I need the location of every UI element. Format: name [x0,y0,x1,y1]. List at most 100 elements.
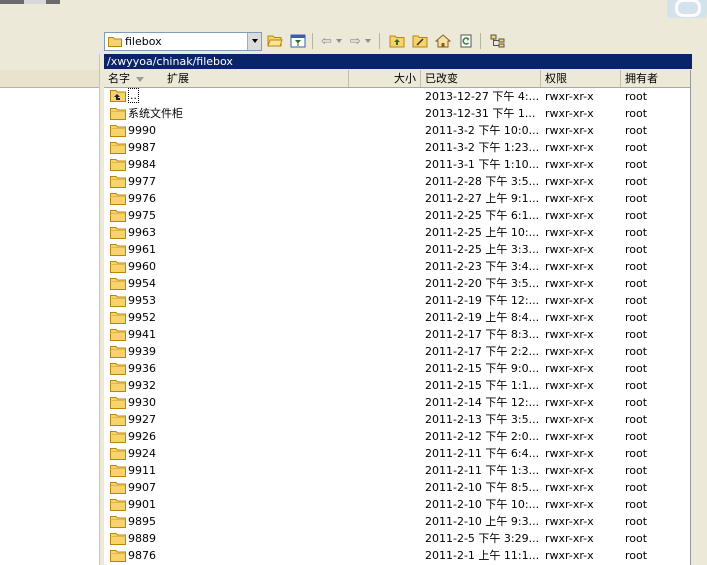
column-modified[interactable]: 已改变 [421,70,541,87]
parent-directory-button[interactable] [387,32,407,50]
tree-icon [490,34,505,48]
current-path-bar[interactable]: /xwyyoa/chinak/filebox [104,54,692,69]
file-permissions: rwxr-xr-x [545,294,594,307]
tree-view-button[interactable] [488,32,508,50]
file-name: 系统文件柜 [128,107,183,120]
file-permissions: rwxr-xr-x [545,124,594,137]
file-name-cell: 9926 [110,428,345,445]
open-folder-button[interactable] [265,32,285,50]
file-modified: 2011-2-17 下午 8:3... [425,328,539,341]
file-owner: root [625,209,648,222]
root-directory-button[interactable] [410,32,430,50]
file-row[interactable]: 系统文件柜 2013-12-31 下午 1... rwxr-xr-x root [104,105,690,122]
home-directory-button[interactable] [433,32,453,50]
back-arrow-icon[interactable]: ⇦ [321,34,332,49]
file-name-cell: 9961 [110,241,345,258]
file-owner: root [625,107,648,120]
file-modified: 2011-2-10 下午 8:5... [425,481,539,494]
remote-file-list[interactable]: 名字 扩展 大小 已改变 权限 拥有者 .. 2013-12-27 下午 4:..… [104,70,691,565]
file-permissions: rwxr-xr-x [545,549,594,562]
file-name: 9930 [128,396,156,409]
file-row[interactable]: 9901 2011-2-10 下午 10:... rwxr-xr-x root [104,496,690,513]
file-permissions: rwxr-xr-x [545,243,594,256]
file-name-cell: 9976 [110,190,345,207]
file-name: 9990 [128,124,156,137]
file-row[interactable]: 9987 2011-3-2 下午 1:23... rwxr-xr-x root [104,139,690,156]
file-row[interactable]: 9954 2011-2-20 下午 3:5... rwxr-xr-x root [104,275,690,292]
file-name-cell: 9952 [110,309,345,326]
file-row[interactable]: 9984 2011-3-1 下午 1:10... rwxr-xr-x root [104,156,690,173]
file-row[interactable]: 9876 2011-2-1 上午 11:1... rwxr-xr-x root [104,547,690,564]
file-permissions: rwxr-xr-x [545,158,594,171]
parent-folder-icon [389,35,405,48]
refresh-button[interactable] [456,32,476,50]
file-row[interactable]: 9927 2011-2-13 下午 3:5... rwxr-xr-x root [104,411,690,428]
forward-arrow-icon[interactable]: ⇨ [350,34,361,49]
file-row[interactable]: 9952 2011-2-19 上午 8:4... rwxr-xr-x root [104,309,690,326]
file-name: 9961 [128,243,156,256]
file-owner: root [625,362,648,375]
column-size[interactable]: 大小 [349,70,421,87]
file-row[interactable]: 9932 2011-2-15 下午 1:1... rwxr-xr-x root [104,377,690,394]
file-row[interactable]: 9961 2011-2-25 上午 3:3... rwxr-xr-x root [104,241,690,258]
remote-toolbar: filebox ⇦ ⇨ [104,30,692,52]
parent-directory-row[interactable]: .. 2013-12-27 下午 4:... rwxr-xr-x root [104,88,690,105]
file-modified: 2013-12-27 下午 4:... [425,90,539,103]
chevron-down-icon[interactable] [247,32,261,50]
file-row[interactable]: 9953 2011-2-19 下午 12:... rwxr-xr-x root [104,292,690,309]
back-dropdown-icon[interactable] [335,39,342,43]
file-name-cell: 9876 [110,547,345,564]
file-permissions: rwxr-xr-x [545,345,594,358]
file-permissions: rwxr-xr-x [545,260,594,273]
file-row[interactable]: 9889 2011-2-5 下午 3:29... rwxr-xr-x root [104,530,690,547]
file-name-cell: 9924 [110,445,345,462]
file-modified: 2011-2-11 下午 6:4... [425,447,539,460]
filter-button[interactable] [288,32,308,50]
file-row[interactable]: 9930 2011-2-14 下午 12:... rwxr-xr-x root [104,394,690,411]
file-name: 9926 [128,430,156,443]
file-permissions: rwxr-xr-x [545,464,594,477]
file-name-cell: 9990 [110,122,345,139]
file-row[interactable]: 9960 2011-2-23 下午 3:4... rwxr-xr-x root [104,258,690,275]
file-permissions: rwxr-xr-x [545,277,594,290]
column-name[interactable]: 名字 扩展 [104,70,349,87]
column-permissions[interactable]: 权限 [541,70,621,87]
file-permissions: rwxr-xr-x [545,481,594,494]
file-owner: root [625,549,648,562]
file-row[interactable]: 9990 2011-3-2 下午 10:0... rwxr-xr-x root [104,122,690,139]
forward-dropdown-icon[interactable] [364,39,371,43]
file-name: 9987 [128,141,156,154]
file-row[interactable]: 9976 2011-2-27 上午 9:1... rwxr-xr-x root [104,190,690,207]
file-row[interactable]: 9926 2011-2-12 下午 2:0... rwxr-xr-x root [104,428,690,445]
folder-icon [110,482,126,494]
file-row[interactable]: 9939 2011-2-17 下午 2:2... rwxr-xr-x root [104,343,690,360]
file-permissions: rwxr-xr-x [545,413,594,426]
file-row[interactable]: 9975 2011-2-25 下午 6:1... rwxr-xr-x root [104,207,690,224]
file-row[interactable]: 9911 2011-2-11 下午 1:3... rwxr-xr-x root [104,462,690,479]
file-owner: root [625,430,648,443]
file-modified: 2011-2-25 下午 6:1... [425,209,539,222]
file-name: 9984 [128,158,156,171]
path-combo[interactable]: filebox [104,31,262,51]
file-modified: 2011-2-10 下午 10:... [425,498,539,511]
file-name: .. [128,88,139,103]
column-ext[interactable]: 扩展 [167,70,189,87]
column-header: 名字 扩展 大小 已改变 权限 拥有者 [104,70,690,88]
file-row[interactable]: 9907 2011-2-10 下午 8:5... rwxr-xr-x root [104,479,690,496]
file-name-cell: 9960 [110,258,345,275]
folder-icon [110,176,126,188]
file-row[interactable]: 9924 2011-2-11 下午 6:4... rwxr-xr-x root [104,445,690,462]
folder-icon [110,244,126,256]
column-owner[interactable]: 拥有者 [621,70,690,87]
file-row[interactable]: 9895 2011-2-10 上午 9:3... rwxr-xr-x root [104,513,690,530]
file-name-cell: 9889 [110,530,345,547]
file-modified: 2011-2-15 下午 9:0... [425,362,539,375]
file-name: 9876 [128,549,156,562]
folder-icon [110,533,126,545]
file-row[interactable]: 9963 2011-2-25 上午 10:... rwxr-xr-x root [104,224,690,241]
file-row[interactable]: 9977 2011-2-28 下午 3:5... rwxr-xr-x root [104,173,690,190]
file-row[interactable]: 9936 2011-2-15 下午 9:0... rwxr-xr-x root [104,360,690,377]
file-row[interactable]: 9941 2011-2-17 下午 8:3... rwxr-xr-x root [104,326,690,343]
parent-folder-icon [110,90,126,102]
file-modified: 2011-2-25 上午 10:... [425,226,539,239]
